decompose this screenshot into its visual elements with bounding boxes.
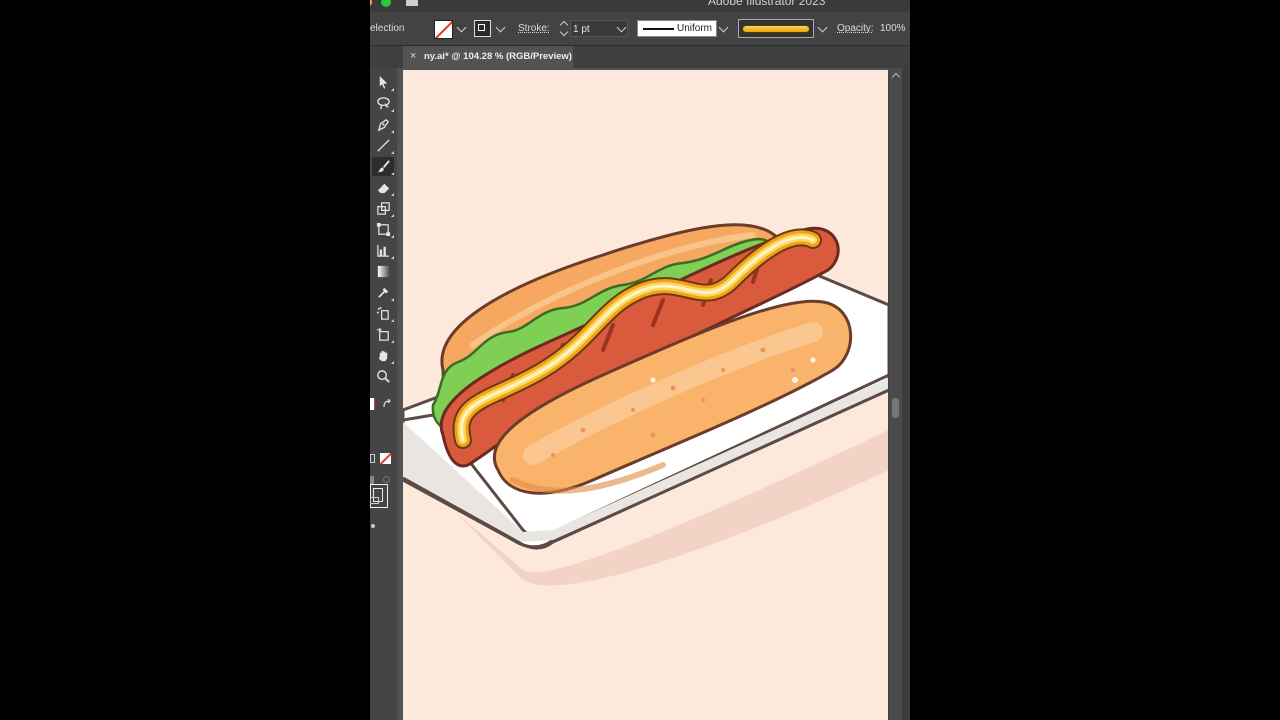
eraser-tool-icon[interactable] [372,178,394,197]
symbol-sprayer-tool-icon[interactable] [372,304,394,323]
stroke-swatch[interactable] [474,20,491,37]
screen-mode-icon[interactable] [370,497,379,504]
paintbrush-tool-icon[interactable] [372,157,394,176]
edit-toolbar-icon[interactable] [371,524,375,528]
brush-definition-swatch[interactable] [738,19,814,38]
opacity-value[interactable]: 100% [880,23,906,34]
graph-tool-icon[interactable] [372,241,394,260]
close-tab-icon[interactable]: × [410,50,416,62]
zoom-tool-icon[interactable] [372,367,394,386]
home-icon[interactable] [406,0,418,6]
gradient-tool-icon[interactable] [372,262,394,281]
document-tab[interactable]: × ny.ai* @ 104.28 % (RGB/Preview) [403,46,573,68]
profile-line-icon [643,28,674,30]
variable-width-profile-select[interactable]: Uniform [637,20,717,37]
minimize-window-button[interactable] [370,0,372,7]
profile-chevron-icon[interactable] [718,22,729,33]
drawing-mode-icon[interactable] [370,476,374,484]
stroke-label[interactable]: Stroke: [518,23,550,34]
vertical-scrollbar[interactable] [888,68,903,720]
color-mode-icon[interactable] [370,454,375,463]
none-color-icon[interactable] [380,453,391,464]
default-fill-stroke-icon[interactable] [370,398,375,410]
tools-panel [370,68,398,720]
app-title: Adobe Illustrator 2023 [708,0,826,8]
stroke-weight-stepper[interactable] [558,18,570,38]
free-transform-tool-icon[interactable] [372,220,394,239]
fill-dropdown-chevron-icon[interactable] [456,22,467,33]
hand-tool-icon[interactable] [372,346,394,365]
fill-swatch[interactable] [434,20,453,39]
hotdog-illustration [403,223,889,586]
title-bar: Adobe Illustrator 2023 [370,0,910,12]
lasso-tool-icon[interactable] [372,94,394,113]
opacity-label[interactable]: Opacity: [837,23,874,34]
scale-tool-icon[interactable] [372,199,394,218]
artboard-tool-icon[interactable] [372,325,394,344]
zoom-window-button[interactable] [381,0,391,7]
scrollbar-thumb[interactable] [892,398,899,418]
swap-fill-stroke-icon[interactable] [382,396,392,408]
line-tool-icon[interactable] [372,136,394,155]
pen-tool-icon[interactable] [372,115,394,134]
selection-tool-icon[interactable] [372,73,394,92]
mode-label: election [370,23,405,34]
document-tab-title: ny.ai* @ 104.28 % (RGB/Preview) [424,51,572,62]
profile-label: Uniform [677,23,713,34]
artboard[interactable] [403,70,889,720]
scroll-up-arrow-icon[interactable] [891,72,901,82]
eyedropper-tool-icon[interactable] [372,283,394,302]
document-tab-bar: × ny.ai* @ 104.28 % (RGB/Preview) [370,46,910,68]
control-bar: election Stroke: 1 pt Uniform Opacity: 1… [370,12,910,46]
canvas-area[interactable] [397,68,907,720]
illustrator-window: Adobe Illustrator 2023 election Stroke: … [370,0,910,720]
right-panel-edge [902,68,910,720]
stroke-dropdown-chevron-icon[interactable] [495,22,506,33]
brush-chevron-icon[interactable] [817,22,828,33]
brush-stroke-preview [742,25,810,33]
draw-inside-icon[interactable] [383,476,390,483]
